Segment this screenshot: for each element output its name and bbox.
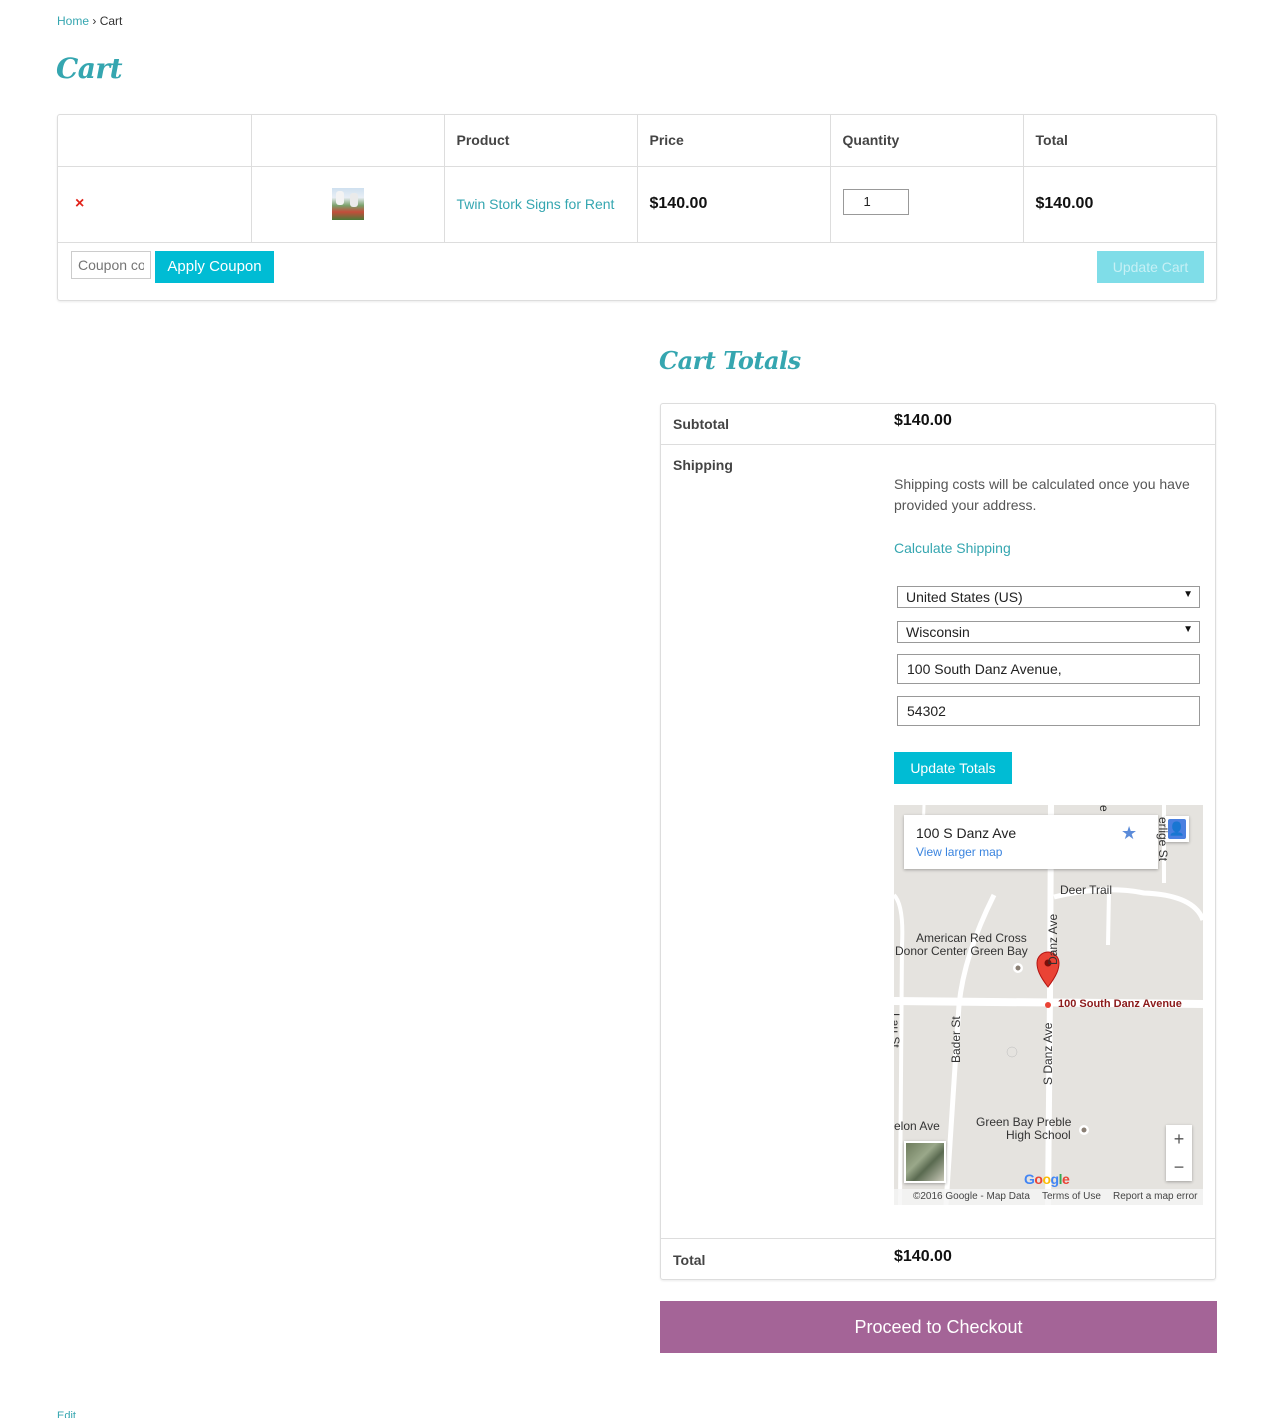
google-logo: Google xyxy=(1024,1171,1070,1187)
product-subtotal: $140.00 xyxy=(1035,195,1094,212)
proceed-to-checkout-button[interactable]: Proceed to Checkout xyxy=(660,1301,1217,1353)
map-label-school-2: High School xyxy=(1006,1128,1071,1142)
cart-table-header-row: Product Price Quantity Total xyxy=(58,115,1216,167)
satellite-view-toggle[interactable] xyxy=(904,1141,946,1183)
zoom-out-icon[interactable]: − xyxy=(1166,1153,1192,1181)
map-label-school-1: Green Bay Preble xyxy=(976,1115,1072,1129)
view-larger-map-link[interactable]: View larger map xyxy=(916,845,1002,859)
cart-item-row: × Twin Stork Signs for Rent $140.00 $140… xyxy=(58,166,1216,243)
address-input[interactable] xyxy=(897,654,1200,684)
cart-actions: Apply Coupon Update Cart xyxy=(58,243,1216,300)
calculate-shipping-link[interactable]: Calculate Shipping xyxy=(894,540,1011,556)
header-total: Total xyxy=(1023,115,1216,167)
report-map-error-link[interactable]: Report a map error xyxy=(1113,1191,1197,1202)
total-label: Total xyxy=(673,1252,706,1268)
map-label-bader-st: Bader St xyxy=(949,1016,963,1063)
map-label-elon-ave: elon Ave xyxy=(894,1119,940,1133)
map-label-danz-ave: Danz Ave xyxy=(1046,913,1060,965)
shipping-note: Shipping costs will be calculated once y… xyxy=(894,476,1190,513)
map-label-s-danz-ave: S Danz Ave xyxy=(1041,1022,1055,1085)
header-price: Price xyxy=(637,115,831,167)
breadcrumb: Home › Cart xyxy=(57,14,122,28)
totals-divider xyxy=(661,444,1215,445)
shipping-label: Shipping xyxy=(673,457,733,473)
header-quantity: Quantity xyxy=(830,115,1024,167)
map-label-deer-trail: Deer Trail xyxy=(1060,883,1113,897)
breadcrumb-separator: › xyxy=(92,14,97,28)
save-star-icon[interactable]: ★ xyxy=(1121,823,1137,844)
map-label-verlige-st: erlige St xyxy=(1156,817,1170,862)
edit-link[interactable]: Edit xyxy=(57,1410,76,1418)
country-select[interactable]: United States (US) ▼ xyxy=(897,586,1200,608)
map-label-lau-st: Lau St xyxy=(894,1013,902,1048)
map-terms-link[interactable]: Terms of Use xyxy=(1042,1191,1101,1202)
breadcrumb-home-link[interactable]: Home xyxy=(57,14,89,28)
map-label-top-e: e xyxy=(1097,805,1111,812)
product-price: $140.00 xyxy=(649,195,708,212)
postcode-input[interactable] xyxy=(897,696,1200,726)
state-select-value: Wisconsin xyxy=(906,624,970,640)
state-select[interactable]: Wisconsin ▼ xyxy=(897,621,1200,643)
cart-totals-box: Subtotal $140.00 Shipping Shipping costs… xyxy=(660,403,1216,1280)
subtotal-label: Subtotal xyxy=(673,416,729,432)
map-copyright: ©2016 Google - Map Data xyxy=(913,1191,1030,1202)
header-remove xyxy=(58,115,252,167)
product-thumbnail[interactable] xyxy=(331,188,364,220)
zoom-in-icon[interactable]: + xyxy=(1166,1125,1192,1153)
header-thumbnail xyxy=(251,115,445,167)
header-product: Product xyxy=(444,115,638,167)
totals-divider xyxy=(661,1238,1215,1239)
chevron-down-icon: ▼ xyxy=(1183,624,1193,635)
cart-table: Product Price Quantity Total × Twin Stor… xyxy=(57,114,1217,301)
country-select-value: United States (US) xyxy=(906,589,1023,605)
map-marker-label: 100 South Danz Avenue xyxy=(1058,998,1182,1010)
update-totals-button[interactable]: Update Totals xyxy=(894,752,1012,784)
chevron-down-icon: ▼ xyxy=(1183,589,1193,600)
breadcrumb-current: Cart xyxy=(99,14,123,28)
map-label-red-cross-1: American Red Cross xyxy=(916,931,1027,945)
map-label-red-cross-2: Donor Center Green Bay xyxy=(895,944,1028,958)
map-info-card: 100 S Danz Ave View larger map ★ xyxy=(904,815,1158,869)
cart-totals-title: Cart Totals xyxy=(659,346,801,375)
update-cart-button[interactable]: Update Cart xyxy=(1097,250,1204,283)
quantity-input[interactable] xyxy=(842,188,909,215)
location-map[interactable]: 100 S Danz Ave View larger map ★ 👤 Deer … xyxy=(894,805,1203,1205)
apply-coupon-button[interactable]: Apply Coupon xyxy=(155,250,274,283)
subtotal-value: $140.00 xyxy=(894,412,952,429)
page-title: Cart xyxy=(56,52,123,85)
total-value: $140.00 xyxy=(894,1248,952,1265)
map-card-title: 100 S Danz Ave xyxy=(916,825,1017,841)
map-footer: ©2016 Google - Map Data Terms of Use Rep… xyxy=(894,1189,1203,1205)
remove-item-icon[interactable]: × xyxy=(70,195,84,213)
map-zoom-controls: + − xyxy=(1166,1125,1192,1181)
coupon-code-input[interactable] xyxy=(71,250,151,279)
product-name-link[interactable]: Twin Stork Signs for Rent xyxy=(457,196,615,212)
